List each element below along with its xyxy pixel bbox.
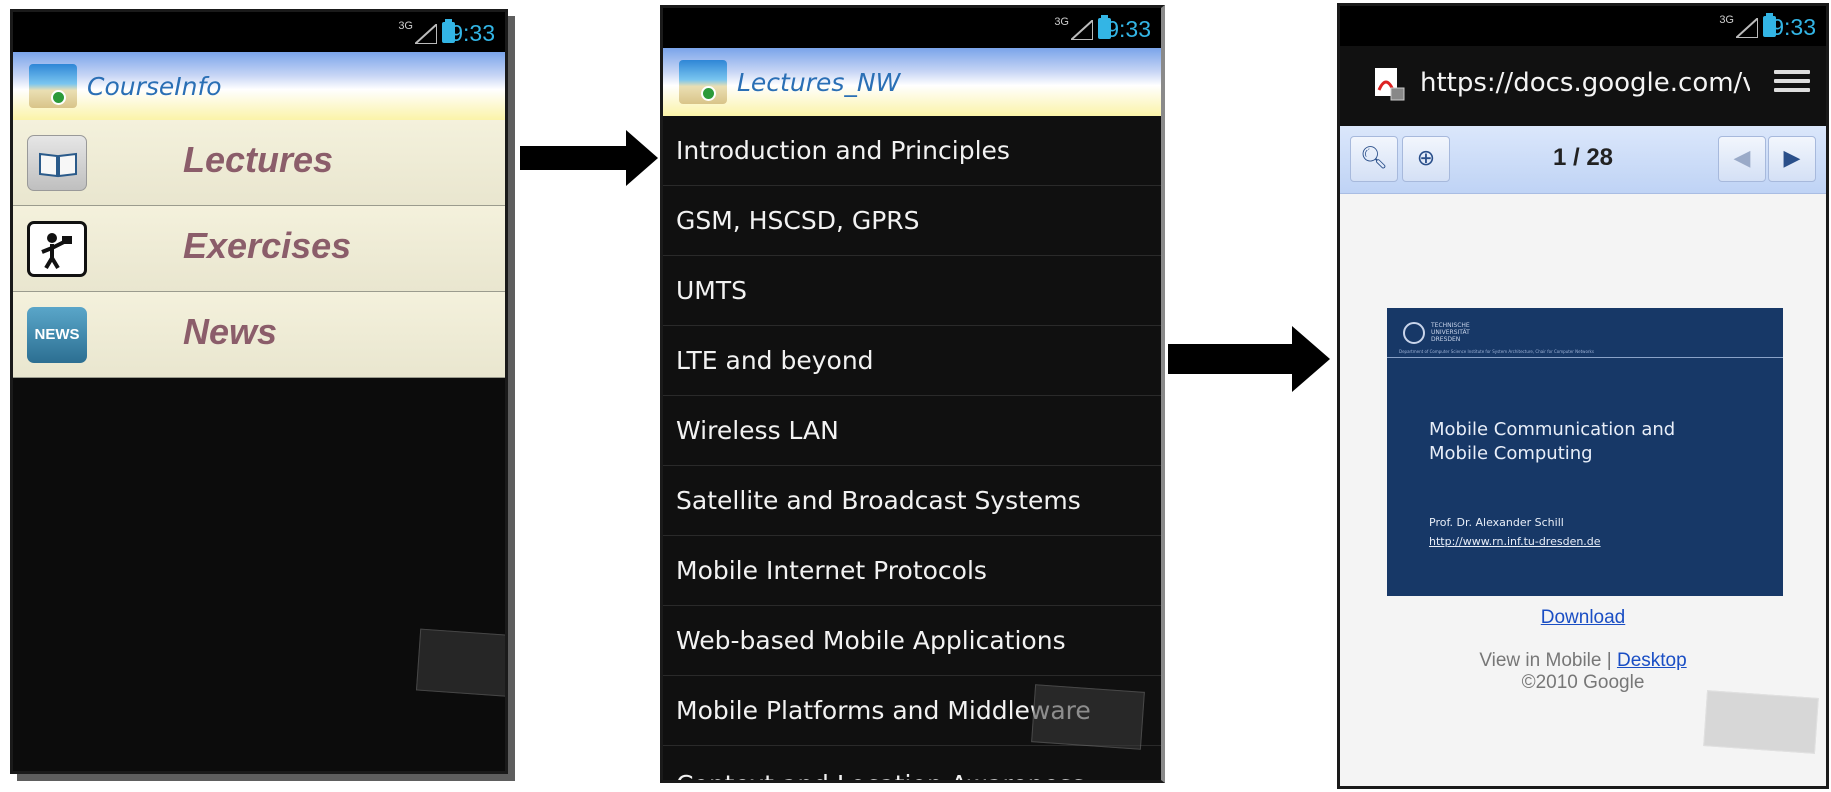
- view-in-label: View in Mobile |: [1479, 650, 1617, 671]
- menu-label: Lectures: [183, 139, 334, 180]
- status-bar: 3G 9:33: [13, 12, 505, 52]
- ghost-thumbnail: [1031, 684, 1145, 750]
- list-item[interactable]: Introduction and Principles: [663, 116, 1161, 186]
- list-item[interactable]: GSM, HSCSD, GPRS: [663, 186, 1161, 256]
- app-title-bar: Lectures_NW: [663, 48, 1161, 116]
- signal-icon: [1736, 18, 1758, 38]
- slide-title-line: Mobile Computing: [1429, 443, 1593, 464]
- network-type: 3G: [1719, 14, 1734, 26]
- network-type: 3G: [398, 20, 413, 32]
- status-bar: 3G 9:33: [1340, 6, 1826, 46]
- download-link[interactable]: Download: [1340, 607, 1826, 629]
- app-title: CourseInfo: [87, 72, 222, 101]
- clock: 9:33: [1106, 16, 1151, 42]
- list-item[interactable]: Mobile Internet Protocols: [663, 536, 1161, 606]
- browser-url-bar[interactable]: https://docs.google.com/viewer: [1340, 46, 1826, 126]
- menu-item-news[interactable]: NEWS News: [13, 292, 505, 378]
- slide-link: http://www.rn.inf.tu-dresden.de: [1429, 535, 1601, 548]
- next-page-button[interactable]: ▶: [1768, 136, 1816, 182]
- footer: View in Mobile | Desktop ©2010 Google: [1340, 650, 1826, 694]
- menu-item-exercises[interactable]: Exercises: [13, 206, 505, 292]
- list-item[interactable]: Satellite and Broadcast Systems: [663, 466, 1161, 536]
- app-title-bar: CourseInfo: [13, 52, 505, 120]
- exercise-icon: [27, 221, 87, 277]
- slide-author: Prof. Dr. Alexander Schill: [1429, 516, 1564, 529]
- ghost-thumbnail: [1703, 690, 1819, 754]
- list-item[interactable]: Wireless LAN: [663, 396, 1161, 466]
- list-item[interactable]: LTE and beyond: [663, 326, 1161, 396]
- phone-screen-courseinfo: 3G 9:33 CourseInfo Lectures Exercises NE…: [10, 9, 508, 774]
- arrow-icon: [520, 130, 658, 186]
- list-item[interactable]: UMTS: [663, 256, 1161, 326]
- menu-label: News: [183, 311, 278, 352]
- ghost-thumbnail: [415, 628, 505, 698]
- app-title: Lectures_NW: [737, 68, 901, 97]
- department-line: Department of Computer Science Institute…: [1399, 349, 1594, 354]
- list-item[interactable]: Web-based Mobile Applications: [663, 606, 1161, 676]
- app-logo-icon: [29, 64, 77, 108]
- clock: 9:33: [450, 20, 495, 46]
- slide-title-line: Mobile Communication and: [1429, 419, 1676, 440]
- signal-icon: [1071, 20, 1093, 40]
- university-name: TECHNISCHE UNIVERSITÄT DRESDEN: [1431, 322, 1470, 343]
- viewer-toolbar: 🔍︎ ⊕ 1 / 28 ◀ ▶: [1340, 126, 1826, 194]
- app-logo-icon: [679, 60, 727, 104]
- clock: 9:33: [1771, 14, 1816, 40]
- url-text[interactable]: https://docs.google.com/viewer: [1420, 68, 1750, 98]
- lecture-list: Introduction and Principles GSM, HSCSD, …: [663, 116, 1161, 780]
- list-item[interactable]: Context and Location Awareness: [663, 746, 1161, 780]
- arrow-icon: [1168, 326, 1330, 392]
- book-icon: [27, 135, 87, 191]
- copyright: ©2010 Google: [1521, 672, 1645, 693]
- network-type: 3G: [1054, 16, 1069, 28]
- slide-title: Mobile Communication and Mobile Computin…: [1429, 418, 1675, 466]
- menu-item-lectures[interactable]: Lectures: [13, 120, 505, 206]
- slide-thumbnail[interactable]: TECHNISCHE UNIVERSITÄT DRESDEN Departmen…: [1387, 308, 1783, 596]
- news-icon: NEWS: [27, 307, 87, 363]
- desktop-link[interactable]: Desktop: [1617, 650, 1687, 671]
- menu-label: Exercises: [183, 225, 352, 266]
- prev-page-button[interactable]: ◀: [1718, 136, 1766, 182]
- signal-icon: [415, 24, 437, 44]
- slide-header: TECHNISCHE UNIVERSITÄT DRESDEN Departmen…: [1387, 308, 1783, 358]
- university-seal-icon: [1403, 322, 1425, 344]
- phone-screen-document-viewer: 3G 9:33 https://docs.google.com/viewer 🔍…: [1337, 3, 1829, 789]
- status-bar: 3G 9:33: [663, 8, 1161, 48]
- phone-screen-lectures: 3G 9:33 Lectures_NW Introduction and Pri…: [660, 5, 1165, 783]
- document-viewer: TECHNISCHE UNIVERSITÄT DRESDEN Departmen…: [1340, 194, 1826, 786]
- pdf-lock-icon: [1375, 68, 1405, 101]
- menu-icon[interactable]: [1774, 70, 1810, 100]
